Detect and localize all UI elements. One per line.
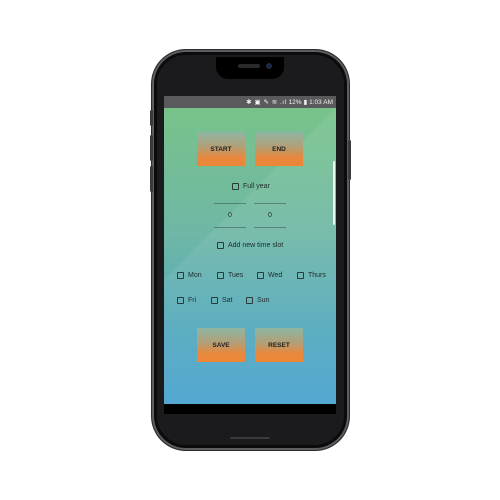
day-option-fri[interactable]: Fri <box>177 297 196 304</box>
phone-side-button <box>150 110 153 126</box>
day-option-tues[interactable]: Tues <box>217 272 243 279</box>
day-label: Sun <box>257 297 270 304</box>
add-time-slot-checkbox[interactable] <box>217 242 224 249</box>
end-button[interactable]: END <box>255 132 303 166</box>
day-label: Fri <box>188 297 197 304</box>
app-screen: ✱ ▣ ✎ ≋ .ıl 12% ▮ 1:03 AM <box>164 96 336 404</box>
phone-power-button <box>348 140 351 180</box>
day-checkbox[interactable] <box>297 272 304 279</box>
phone-volume-up <box>150 135 153 161</box>
day-option-sun[interactable]: Sun <box>246 297 269 304</box>
status-icons: ✱ ▣ ✎ ≋ .ıl <box>246 99 287 106</box>
start-field-top-line <box>214 203 246 204</box>
day-label: Sat <box>222 297 233 304</box>
battery-percent: 12% <box>288 98 302 106</box>
camera-icon <box>266 63 272 69</box>
day-option-sat[interactable]: Sat <box>211 297 233 304</box>
end-field-underline <box>254 227 286 228</box>
home-indicator <box>230 437 270 439</box>
start-time-field[interactable]: 0 <box>214 212 246 219</box>
day-option-mon[interactable]: Mon <box>177 272 202 279</box>
day-label: Tues <box>228 272 244 279</box>
start-button[interactable]: START <box>197 132 245 166</box>
day-label: Wed <box>268 272 283 279</box>
phone-volume-down <box>150 166 153 192</box>
add-time-slot-option[interactable]: Add new time slot <box>217 242 283 249</box>
status-time: 1:03 AM <box>309 98 333 106</box>
speaker-icon <box>238 64 260 68</box>
day-checkbox[interactable] <box>177 272 184 279</box>
day-checkbox[interactable] <box>217 272 224 279</box>
full-year-option[interactable]: Full year <box>232 183 270 190</box>
end-field-top-line <box>254 203 286 204</box>
day-label: Mon <box>188 272 202 279</box>
day-option-wed[interactable]: Wed <box>257 272 282 279</box>
day-checkbox[interactable] <box>211 297 218 304</box>
day-checkbox[interactable] <box>246 297 253 304</box>
full-year-checkbox[interactable] <box>232 183 239 190</box>
phone-notch <box>216 57 284 79</box>
save-button[interactable]: SAVE <box>197 328 245 362</box>
day-checkbox[interactable] <box>177 297 184 304</box>
status-bar: ✱ ▣ ✎ ≋ .ıl 12% ▮ 1:03 AM <box>164 96 336 108</box>
scrollbar[interactable] <box>333 161 335 225</box>
full-year-label: Full year <box>243 183 270 190</box>
day-label: Thurs <box>308 272 326 279</box>
end-time-field[interactable]: 0 <box>254 212 286 219</box>
reset-button[interactable]: RESET <box>255 328 303 362</box>
day-checkbox[interactable] <box>257 272 264 279</box>
start-field-underline <box>214 227 246 228</box>
day-option-thurs[interactable]: Thurs <box>297 272 326 279</box>
battery-icon: ▮ <box>303 99 308 106</box>
navigation-bar <box>164 404 336 414</box>
add-time-slot-label: Add new time slot <box>228 242 284 249</box>
